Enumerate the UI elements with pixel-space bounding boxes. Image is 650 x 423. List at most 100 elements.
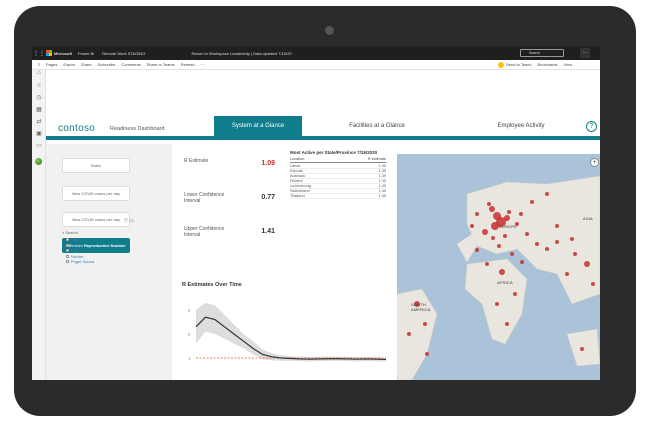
kpi-r-estimate: R Estimate 1.09: [182, 150, 277, 186]
topbar: ⋮⋮ Microsoft Power BI Remote Work STAGIN…: [32, 46, 600, 60]
slicer-item[interactable]: Puget Sound: [62, 259, 152, 265]
favorites-icon[interactable]: ☆: [32, 82, 46, 94]
map-marker[interactable]: [499, 269, 505, 275]
map-marker[interactable]: [425, 352, 429, 356]
map-marker[interactable]: [489, 206, 495, 212]
command-bar-right: Send to Teach Bookmarks View: [498, 61, 578, 68]
r-estimates-chart[interactable]: 3 2 1: [182, 290, 394, 374]
tab-facilities-at-a-glance[interactable]: Facilities at a Glance: [322, 116, 432, 136]
tab-system-at-a-glance[interactable]: System at a Glance: [214, 116, 302, 136]
map-marker[interactable]: [530, 200, 534, 204]
menu-icon[interactable]: ≡: [32, 62, 46, 67]
slicer-item-label: Puget Sound: [71, 259, 95, 265]
map-marker[interactable]: [555, 240, 559, 244]
datasets-icon[interactable]: ▭: [32, 142, 46, 154]
share-command[interactable]: Share: [81, 62, 92, 67]
checkbox[interactable]: [66, 249, 69, 253]
map-marker[interactable]: [535, 242, 539, 246]
map-marker[interactable]: [475, 248, 479, 252]
recent-icon[interactable]: ◷: [32, 94, 46, 106]
checkbox[interactable]: [66, 238, 69, 242]
map-marker[interactable]: [423, 322, 427, 326]
checkbox[interactable]: [66, 243, 69, 247]
land-africa: [464, 258, 528, 345]
kpi-label: Lower Confidence Interval: [184, 192, 225, 204]
share-teams-command[interactable]: Share to Teams: [147, 62, 175, 67]
map-marker[interactable]: [507, 210, 511, 214]
filter-icon[interactable]: ▽: [124, 218, 128, 224]
table-cell: 1.39: [378, 174, 386, 178]
subscribe-command[interactable]: Subscribe: [98, 62, 116, 67]
column-header[interactable]: R estimate: [368, 157, 386, 161]
new-cases-button-2[interactable]: New COVID cases per day: [62, 212, 130, 227]
map-marker[interactable]: [491, 236, 495, 240]
map-marker[interactable]: [519, 212, 523, 216]
export-command[interactable]: Export: [63, 62, 75, 67]
more-commands[interactable]: ···: [201, 62, 205, 67]
workspace-status[interactable]: Return to Workspace Leadership | Data up…: [191, 51, 291, 56]
zoom-in-button[interactable]: +: [590, 158, 599, 167]
map-marker[interactable]: [504, 215, 510, 221]
table-row[interactable]: Thailand 1.40: [290, 194, 386, 199]
new-cases-button[interactable]: New COVID cases per day: [62, 186, 130, 201]
app-name[interactable]: Power BI: [78, 51, 94, 56]
map-marker[interactable]: [570, 237, 574, 241]
checkbox[interactable]: [66, 260, 69, 264]
table-cell: Luxembourg: [290, 184, 312, 188]
kpi-label: Upper Confidence Interval: [184, 226, 225, 238]
map-marker[interactable]: [545, 192, 549, 196]
map-marker[interactable]: [505, 322, 509, 326]
tab-employee-activity[interactable]: Employee Activity: [476, 116, 566, 136]
search-box[interactable]: Search: [520, 49, 564, 57]
workspace-breadcrumb[interactable]: Remote Work STAGING: [102, 51, 145, 56]
send-button[interactable]: Send to Teach: [506, 62, 532, 67]
map-marker[interactable]: [513, 292, 517, 296]
view-button[interactable]: View: [564, 62, 573, 67]
more-button[interactable]: ...: [580, 48, 590, 58]
map-marker[interactable]: [470, 224, 474, 228]
map-marker[interactable]: [497, 244, 501, 248]
map-marker[interactable]: [491, 222, 499, 230]
map-marker[interactable]: [503, 234, 507, 238]
map-marker[interactable]: [520, 260, 524, 264]
comments-command[interactable]: Comments: [121, 62, 140, 67]
map-marker[interactable]: [555, 224, 559, 228]
home-icon[interactable]: ⌂: [32, 70, 46, 82]
kpi-label: R Estimate: [184, 158, 209, 164]
bookmarks-button[interactable]: Bookmarks: [538, 62, 558, 67]
map-marker[interactable]: [495, 302, 499, 306]
slicer-search[interactable]: ⌕ Search: [62, 230, 152, 235]
map-marker[interactable]: [525, 232, 529, 236]
map-marker[interactable]: [584, 261, 590, 267]
map-marker[interactable]: [487, 202, 491, 206]
globe-icon[interactable]: [35, 158, 42, 165]
app-launcher-icon[interactable]: ⋮⋮: [32, 50, 46, 57]
pages-command[interactable]: Pages: [46, 62, 57, 67]
map-marker[interactable]: [565, 272, 569, 276]
map-marker[interactable]: [510, 252, 514, 256]
map-marker[interactable]: [591, 282, 595, 286]
map-marker[interactable]: [580, 347, 584, 351]
column-header[interactable]: Location: [290, 157, 304, 161]
map-marker[interactable]: [475, 212, 479, 216]
command-bar: ≡ Pages Export Share Subscribe Comments …: [32, 60, 600, 70]
apps-icon[interactable]: ▦: [32, 106, 46, 118]
help-icon[interactable]: ?: [586, 121, 597, 132]
table-cell: 1.40: [378, 194, 386, 198]
refresh-command[interactable]: Refresh: [181, 62, 195, 67]
map-marker[interactable]: [485, 262, 489, 266]
checkbox[interactable]: [66, 254, 69, 258]
world-map[interactable]: EUROPE ASIA AFRICA SOUTH AMERICA: [397, 154, 600, 380]
focus-icon[interactable]: ▭: [129, 218, 134, 224]
search-label: Search: [529, 51, 541, 55]
rates-button[interactable]: Rates: [62, 158, 130, 173]
table-cell: Finland: [290, 179, 303, 183]
shared-icon[interactable]: ⇄: [32, 118, 46, 130]
map-canvas: [397, 175, 600, 380]
map-marker[interactable]: [545, 247, 549, 251]
map-marker[interactable]: [407, 332, 411, 336]
workspaces-icon[interactable]: ▣: [32, 130, 46, 142]
map-marker[interactable]: [482, 229, 488, 235]
map-label-asia: ASIA: [583, 216, 593, 221]
map-marker[interactable]: [573, 252, 577, 256]
